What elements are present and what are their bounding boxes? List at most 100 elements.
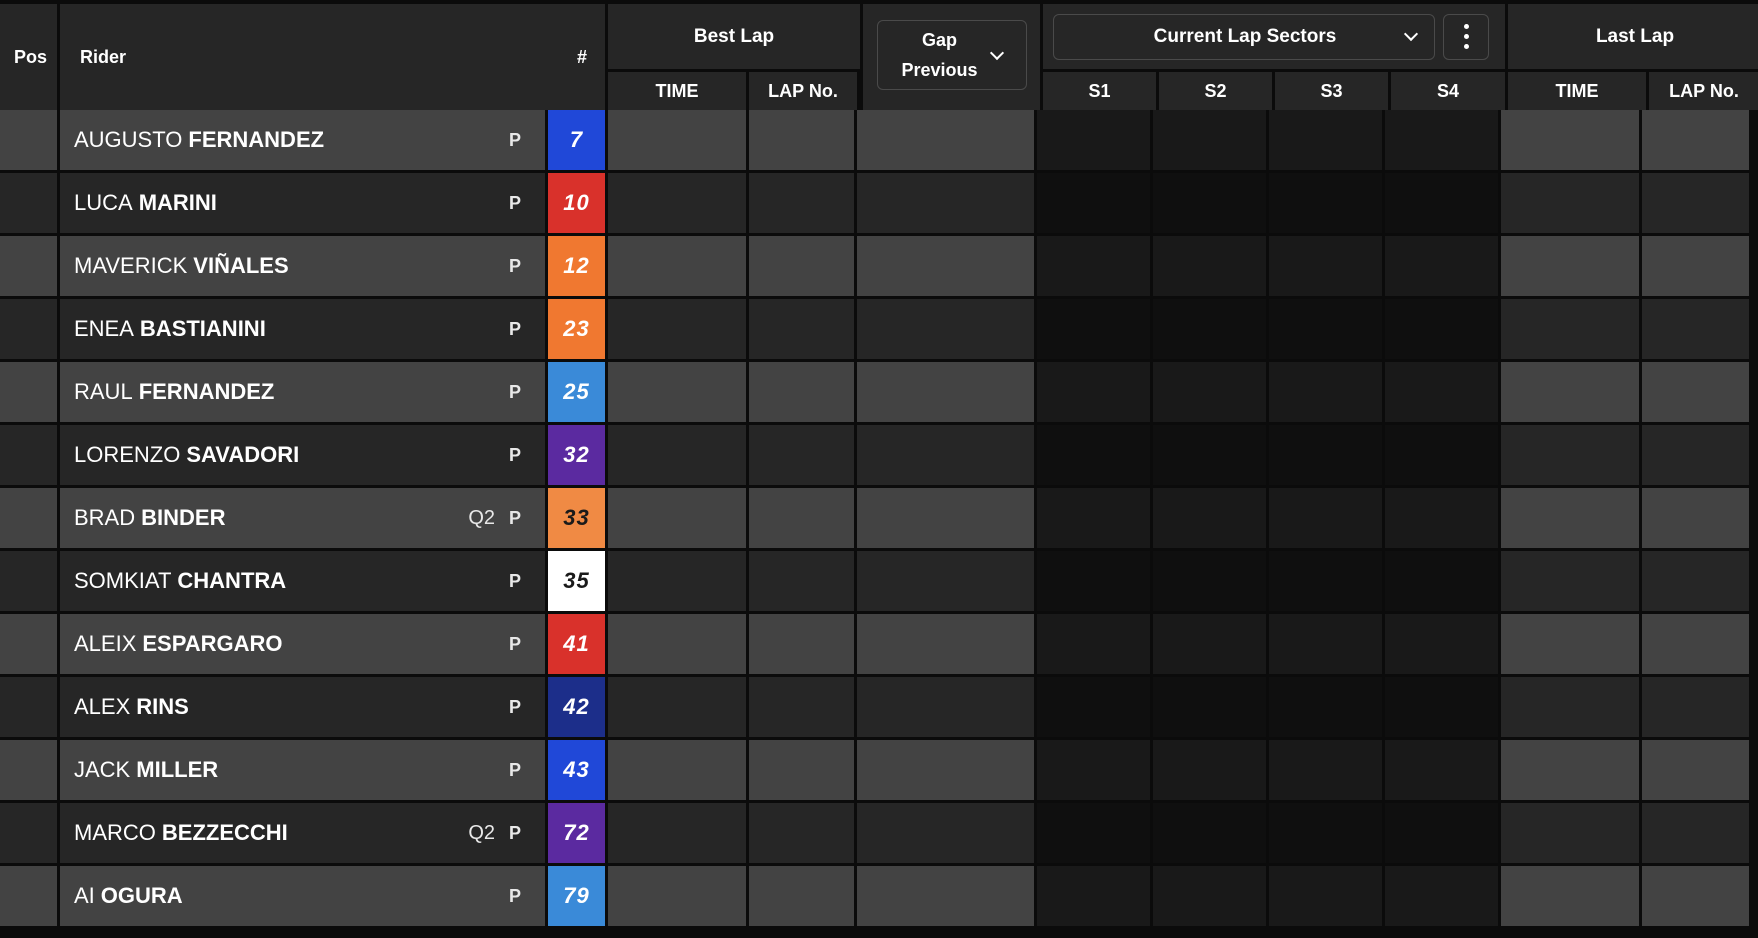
table-row[interactable]: MARCO BEZZECCHI Q2 P 72 xyxy=(0,803,1752,863)
last-lap-no-cell xyxy=(1642,677,1752,737)
last-lap-time-cell xyxy=(1501,425,1642,485)
more-options-button[interactable] xyxy=(1443,13,1489,60)
sector-s4-cell xyxy=(1385,110,1501,170)
table-row[interactable]: JACK MILLER P 43 xyxy=(0,740,1752,800)
best-lap-time-cell xyxy=(608,425,749,485)
last-lap-time-header[interactable]: TIME xyxy=(1508,72,1649,110)
sector-s3-cell xyxy=(1269,551,1385,611)
rider-name-cell[interactable]: RAUL FERNANDEZ P xyxy=(60,362,548,422)
rider-name-cell[interactable]: ENEA BASTIANINI P xyxy=(60,299,548,359)
sector-s2-cell xyxy=(1153,614,1269,674)
pit-icon: P xyxy=(508,129,521,150)
sector-s1-cell xyxy=(1037,614,1153,674)
sector-s2-cell xyxy=(1153,677,1269,737)
rider-number-badge: 72 xyxy=(548,803,608,863)
sector-s3-header[interactable]: S3 xyxy=(1275,72,1391,110)
rider-number-badge: 43 xyxy=(548,740,608,800)
best-lap-no-cell xyxy=(749,110,857,170)
pit-icon: P xyxy=(508,570,521,591)
rider-last-name: MILLER xyxy=(136,757,219,782)
gap-cell xyxy=(857,866,1037,926)
rider-first-name: RAUL xyxy=(74,379,133,404)
sector-s2-cell xyxy=(1153,803,1269,863)
sector-s2-cell xyxy=(1153,551,1269,611)
header-rider-label[interactable]: Rider xyxy=(80,47,126,68)
rider-last-name: OGURA xyxy=(100,883,183,908)
sectors-select[interactable]: Current Lap Sectors xyxy=(1053,13,1435,60)
pit-icon: P xyxy=(508,255,521,276)
position-cell xyxy=(0,803,60,863)
rider-number-badge: 33 xyxy=(548,488,608,548)
rider-number-badge: 12 xyxy=(548,236,608,296)
gap-label-line2: Previous xyxy=(901,60,978,80)
rider-name-cell[interactable]: LUCA MARINI P xyxy=(60,173,548,233)
sectors-toolbar: Current Lap Sectors xyxy=(1043,4,1505,72)
table-row[interactable]: BRAD BINDER Q2 P 33 xyxy=(0,488,1752,548)
sector-s3-cell xyxy=(1269,803,1385,863)
best-lap-time-header[interactable]: TIME xyxy=(608,72,749,110)
best-lap-no-cell xyxy=(749,614,857,674)
gap-cell xyxy=(857,740,1037,800)
rider-number-badge: 25 xyxy=(548,362,608,422)
best-lap-no-cell xyxy=(749,551,857,611)
session-badge: Q2 xyxy=(468,506,495,529)
table-row[interactable]: ENEA BASTIANINI P 23 xyxy=(0,299,1752,359)
pit-icon: P xyxy=(508,318,521,339)
rider-first-name: ALEIX xyxy=(74,631,137,656)
table-row[interactable]: AI OGURA P 79 xyxy=(0,866,1752,926)
rider-name-cell[interactable]: SOMKIAT CHANTRA P xyxy=(60,551,548,611)
sector-s3-cell xyxy=(1269,299,1385,359)
table-row[interactable]: ALEIX ESPARGARO P 41 xyxy=(0,614,1752,674)
table-row[interactable]: ALEX RINS P 42 xyxy=(0,677,1752,737)
rider-name-cell[interactable]: LORENZO SAVADORI P xyxy=(60,425,548,485)
sector-s2-cell xyxy=(1153,425,1269,485)
gap-selector-button[interactable]: Gap Previous xyxy=(876,20,1027,90)
table-row[interactable]: AUGUSTO FERNANDEZ P 7 xyxy=(0,110,1752,170)
rider-number-badge: 7 xyxy=(548,110,608,170)
rider-name-cell[interactable]: AUGUSTO FERNANDEZ P xyxy=(60,110,548,170)
best-lap-no-cell xyxy=(749,425,857,485)
rider-first-name: LUCA xyxy=(74,190,133,215)
last-lap-no-cell xyxy=(1642,488,1752,548)
pit-icon: P xyxy=(508,822,521,843)
best-lap-title: Best Lap xyxy=(608,4,860,72)
header-pos[interactable]: Pos xyxy=(0,4,60,110)
rider-name-cell[interactable]: MARCO BEZZECCHI Q2 P xyxy=(60,803,548,863)
rider-name-cell[interactable]: ALEX RINS P xyxy=(60,677,548,737)
last-lap-time-cell xyxy=(1501,110,1642,170)
best-lap-time-cell xyxy=(608,362,749,422)
header-number-label[interactable]: # xyxy=(577,47,587,68)
session-badge: Q2 xyxy=(468,821,495,844)
sector-s4-cell xyxy=(1385,425,1501,485)
table-row[interactable]: SOMKIAT CHANTRA P 35 xyxy=(0,551,1752,611)
sector-s3-cell xyxy=(1269,425,1385,485)
table-row[interactable]: LUCA MARINI P 10 xyxy=(0,173,1752,233)
rider-name-cell[interactable]: AI OGURA P xyxy=(60,866,548,926)
rider-name-cell[interactable]: MAVERICK VIÑALES P xyxy=(60,236,548,296)
position-cell xyxy=(0,551,60,611)
chevron-down-icon xyxy=(989,45,1004,60)
sector-s2-header[interactable]: S2 xyxy=(1159,72,1275,110)
last-lap-time-cell xyxy=(1501,362,1642,422)
rider-first-name: MAVERICK xyxy=(74,253,188,278)
last-lap-no-header[interactable]: LAP No. xyxy=(1649,72,1758,110)
sector-s4-cell xyxy=(1385,362,1501,422)
sector-s1-header[interactable]: S1 xyxy=(1043,72,1159,110)
position-cell xyxy=(0,488,60,548)
rider-number-badge: 23 xyxy=(548,299,608,359)
sector-s1-cell xyxy=(1037,110,1153,170)
best-lap-time-cell xyxy=(608,866,749,926)
rider-name-cell[interactable]: JACK MILLER P xyxy=(60,740,548,800)
table-row[interactable]: MAVERICK VIÑALES P 12 xyxy=(0,236,1752,296)
rider-last-name: CHANTRA xyxy=(177,568,287,593)
sector-s4-cell xyxy=(1385,551,1501,611)
rider-last-name: FERNANDEZ xyxy=(138,379,275,404)
table-row[interactable]: LORENZO SAVADORI P 32 xyxy=(0,425,1752,485)
rider-first-name: LORENZO xyxy=(74,442,181,467)
rider-name-cell[interactable]: BRAD BINDER Q2 P xyxy=(60,488,548,548)
best-lap-no-header[interactable]: LAP No. xyxy=(749,72,857,110)
table-row[interactable]: RAUL FERNANDEZ P 25 xyxy=(0,362,1752,422)
rider-name-cell[interactable]: ALEIX ESPARGARO P xyxy=(60,614,548,674)
sector-s4-header[interactable]: S4 xyxy=(1391,72,1505,110)
sector-s2-cell xyxy=(1153,362,1269,422)
